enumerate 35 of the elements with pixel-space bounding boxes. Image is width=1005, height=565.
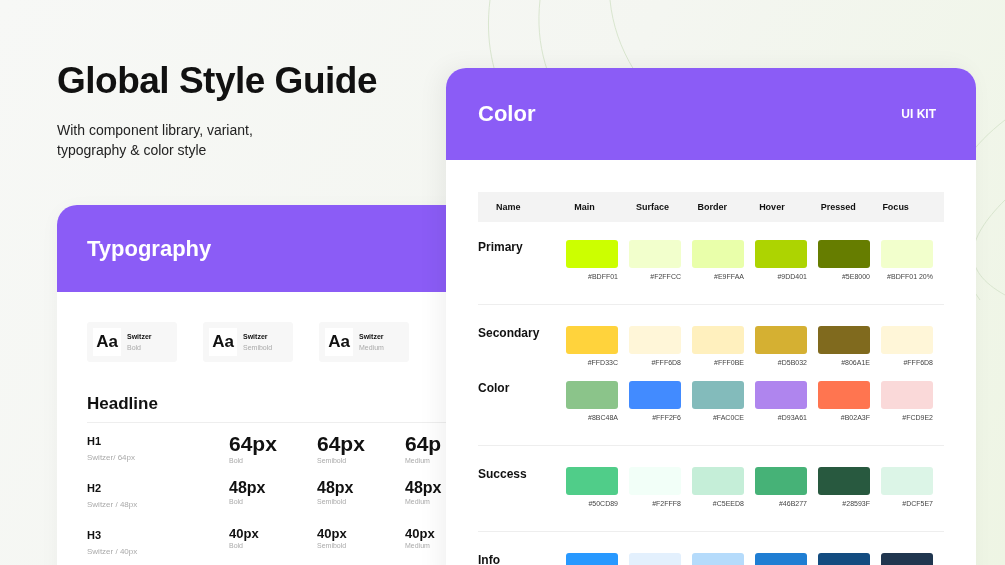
heading-spec: Switzer / 40px (87, 547, 139, 556)
size-sample: 48px (317, 479, 355, 497)
row-label: Primary (478, 240, 524, 256)
font-sample: Aa (209, 328, 237, 356)
row-label: Secondary (478, 326, 541, 342)
column-header: Focus (882, 202, 910, 212)
size-sample: 64px (229, 432, 278, 456)
row-label: Info (478, 553, 501, 565)
card-title: Color (478, 101, 536, 127)
column-header: Surface (635, 202, 670, 212)
font-sample: Aa (93, 328, 121, 356)
size-sample: 48px (405, 479, 442, 497)
heading-label: H1 (87, 435, 103, 447)
size-sample: 64px (317, 432, 366, 456)
size-sample: 64p (405, 432, 442, 456)
heading-spec: Switzer/ 64px (87, 453, 137, 462)
column-header: Name (496, 202, 522, 212)
header-label: UI KIT (901, 107, 936, 121)
column-header: Border (697, 202, 728, 212)
page-subtitle: With component library, variant, typography & color style (57, 121, 254, 160)
row-label: Success (478, 467, 528, 483)
size-sample: 40px (229, 526, 260, 541)
size-sample: 40px (405, 526, 435, 541)
column-header: Main (574, 202, 596, 212)
heading-label: H3 (87, 529, 103, 541)
heading-label: H2 (87, 482, 103, 494)
page-title: Global Style Guide (57, 60, 377, 102)
heading-spec: Switzer / 48px (87, 500, 139, 509)
size-sample: 48px (229, 479, 267, 497)
row-label: Color (478, 381, 511, 397)
column-header: Hover (759, 202, 786, 212)
column-header: Pressed (820, 202, 857, 212)
font-sample: Aa (325, 328, 353, 356)
card-title: Typography (87, 235, 212, 262)
size-sample: 40px (317, 526, 348, 541)
